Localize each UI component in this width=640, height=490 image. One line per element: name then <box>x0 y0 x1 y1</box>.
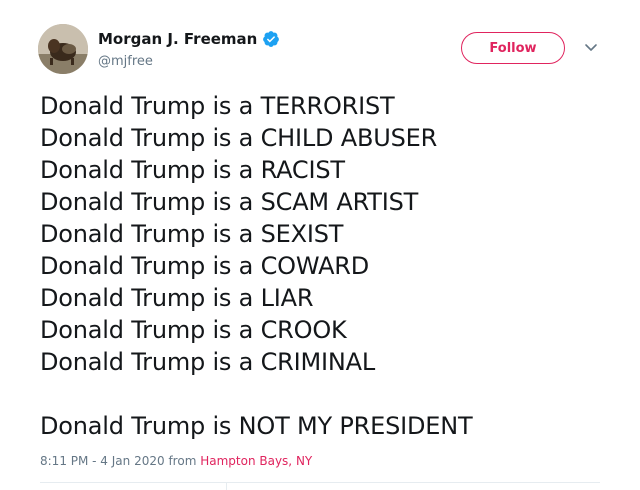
divider <box>40 482 600 483</box>
tweet-line: Donald Trump is a CROOK <box>40 316 347 344</box>
author-handle[interactable]: @mjfree <box>98 54 153 69</box>
tweet-line: Donald Trump is a RACIST <box>40 156 345 184</box>
tweet-card: Morgan J. Freeman @mjfree Follow Donald … <box>0 0 640 490</box>
tweet-line: Donald Trump is a CHILD ABUSER <box>40 124 438 152</box>
tweet-line: Donald Trump is a TERRORIST <box>40 92 395 120</box>
tweet-line: Donald Trump is a COWARD <box>40 252 370 280</box>
author-display-name[interactable]: Morgan J. Freeman <box>98 30 257 48</box>
tweet-meta: 8:11 PM - 4 Jan 2020 from Hampton Bays, … <box>40 454 312 468</box>
tweet-line: Donald Trump is a SEXIST <box>40 220 344 248</box>
tweet-body: Donald Trump is a TERRORIST Donald Trump… <box>40 90 620 442</box>
chevron-down-icon[interactable] <box>582 38 600 56</box>
tweet-timestamp[interactable]: 8:11 PM - 4 Jan 2020 <box>40 454 165 468</box>
author-name-row[interactable]: Morgan J. Freeman <box>98 30 280 48</box>
tweet-line: Donald Trump is a SCAM ARTIST <box>40 188 419 216</box>
avatar[interactable] <box>38 24 88 74</box>
tweet-location-link[interactable]: Hampton Bays, NY <box>200 454 312 468</box>
divider-tick <box>226 482 227 490</box>
tweet-closing-line: Donald Trump is NOT MY PRESIDENT <box>40 412 473 440</box>
tweet-line: Donald Trump is a CRIMINAL <box>40 348 376 376</box>
from-label: from <box>168 454 197 468</box>
verified-badge-icon <box>262 30 280 48</box>
tweet-line: Donald Trump is a LIAR <box>40 284 314 312</box>
follow-button[interactable]: Follow <box>461 32 565 64</box>
